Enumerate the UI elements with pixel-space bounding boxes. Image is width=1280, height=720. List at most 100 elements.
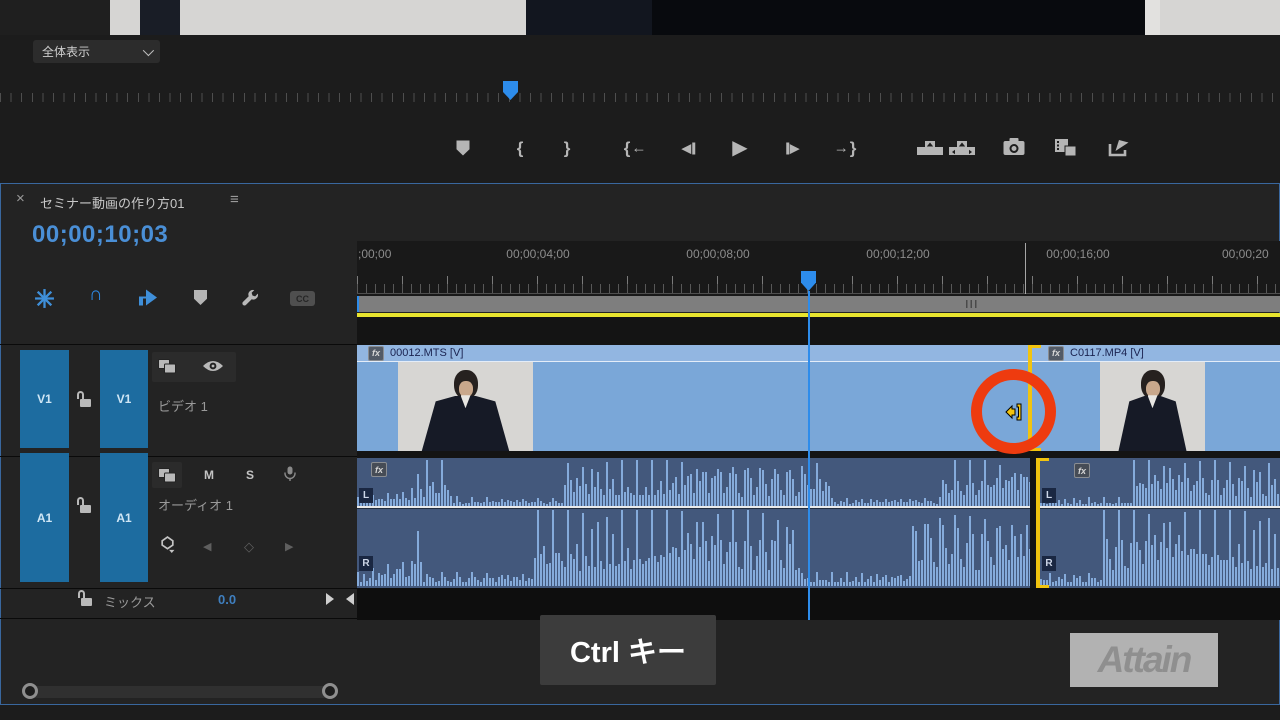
- go-to-in-button[interactable]: {←: [624, 140, 647, 157]
- add-marker-timeline-button[interactable]: [194, 290, 207, 305]
- step-back-button[interactable]: ◀: [681, 142, 695, 155]
- master-meter-button[interactable]: [326, 593, 354, 605]
- voiceover-record-button[interactable]: [283, 466, 297, 482]
- work-area-grip[interactable]: [966, 300, 977, 308]
- marker-icon: [457, 141, 470, 156]
- track-output-toggle[interactable]: [202, 359, 224, 373]
- audio-clip-2[interactable]: fx L R: [1040, 458, 1280, 588]
- sync-lock-toggle[interactable]: [158, 468, 176, 483]
- fx-badge: fx: [1048, 346, 1064, 361]
- go-to-out-button[interactable]: →}: [834, 140, 857, 157]
- attain-watermark: Attain: [1070, 633, 1218, 687]
- playhead-line[interactable]: [808, 291, 810, 620]
- ruler-label: 00;00;12;00: [838, 247, 958, 261]
- audio-clip-1[interactable]: fx L R: [357, 458, 1030, 588]
- clip-label: C0117.MP4 [V]: [1070, 347, 1144, 359]
- video-clip-1[interactable]: fx00012.MTS [V]: [357, 345, 1030, 451]
- fx-badge: fx: [371, 462, 387, 477]
- linked-selection-toggle[interactable]: [138, 288, 158, 307]
- ruler-ticks[interactable]: [357, 271, 1280, 294]
- sequence-tab-title[interactable]: セミナー動画の作り方01: [40, 193, 184, 212]
- video-clip-2[interactable]: fx C0117.MP4 [V]: [1032, 345, 1280, 451]
- channel-label-left: L: [359, 488, 373, 503]
- program-monitor-preview: [0, 0, 1280, 35]
- mute-button[interactable]: M: [204, 468, 214, 482]
- waveform-left: [357, 460, 1030, 506]
- clip-label: 00012.MTS [V]: [390, 347, 463, 359]
- camera-icon: [1004, 141, 1025, 155]
- play-button[interactable]: ▶: [732, 138, 747, 158]
- arrow-left-icon: ←: [631, 141, 646, 156]
- captions-toggle[interactable]: CC: [290, 291, 315, 306]
- extract-button[interactable]: [949, 139, 975, 157]
- export-button[interactable]: [1108, 138, 1131, 158]
- waveform-right: [1040, 510, 1280, 586]
- add-keyframe-button[interactable]: ◇: [244, 539, 254, 555]
- nest-sequence-toggle[interactable]: [34, 288, 55, 309]
- horizontal-scrollbar[interactable]: [24, 686, 338, 698]
- track-lock-icon[interactable]: [76, 497, 92, 513]
- triangle-right-icon: ▶: [790, 142, 800, 155]
- triangle-left-icon: ◀: [681, 142, 691, 155]
- lift-button[interactable]: [917, 139, 943, 157]
- export-frame-button[interactable]: [1004, 141, 1025, 155]
- edit-point-line: [1025, 243, 1026, 294]
- ruler-label: ;00;00: [358, 247, 391, 261]
- zoom-fit-dropdown[interactable]: 全体表示: [33, 40, 160, 63]
- scrollbar-zoom-handle-right[interactable]: [322, 683, 338, 699]
- track-lock-icon[interactable]: [77, 590, 93, 606]
- film-overlap-icon: [1054, 138, 1078, 158]
- premiere-window: 全体表示 { } {← ◀ ▶ ▶ →} × セミナー動画の作り方01 ≡ 00…: [0, 0, 1280, 720]
- audio-track-name[interactable]: オーディオ 1: [158, 495, 233, 514]
- snap-toggle[interactable]: ∩: [89, 284, 103, 306]
- trim-in-handle[interactable]: [1036, 458, 1040, 588]
- solo-button[interactable]: S: [246, 468, 254, 482]
- master-level-value[interactable]: 0.0: [218, 592, 236, 607]
- source-patch-v1[interactable]: V1: [20, 350, 69, 448]
- step-forward-button[interactable]: ▶: [786, 142, 800, 155]
- timeline-settings-button[interactable]: [240, 288, 260, 308]
- chevron-down-icon: [143, 44, 154, 55]
- sync-lock-icon: [158, 468, 176, 483]
- monitor-seek-ruler[interactable]: [0, 80, 1280, 102]
- track-target-a1[interactable]: A1: [100, 453, 148, 582]
- work-area-bar[interactable]: [357, 296, 1280, 312]
- clip-thumbnail: [1100, 362, 1205, 451]
- eye-icon: [202, 359, 224, 373]
- transport-bar: { } {← ◀ ▶ ▶ →}: [0, 125, 1280, 171]
- track-target-v1[interactable]: V1: [100, 350, 148, 448]
- track-lock-icon[interactable]: [76, 391, 92, 407]
- ripple-trim-cursor-icon: [1003, 401, 1025, 423]
- timeline-panel: × セミナー動画の作り方01 ≡ 00;00;10;03 ∩ CC ;00;00…: [0, 183, 1280, 705]
- ruler-label: 00;00;08;00: [658, 247, 778, 261]
- playhead-timecode[interactable]: 00;00;10;03: [32, 221, 168, 249]
- source-patch-a1[interactable]: A1: [20, 453, 69, 582]
- nested-sequence-icon: [34, 288, 55, 309]
- keyframe-pen-icon: [160, 536, 175, 553]
- compare-frames-button[interactable]: [1054, 138, 1078, 158]
- zoom-fit-label: 全体表示: [42, 43, 90, 60]
- marker-icon: [194, 290, 207, 305]
- channel-label-right: R: [1042, 556, 1056, 571]
- next-keyframe-button[interactable]: ▶: [285, 540, 293, 553]
- mark-in-button[interactable]: {: [517, 140, 524, 157]
- ruler-label: 00;00;04;00: [478, 247, 598, 261]
- panel-menu-icon[interactable]: ≡: [230, 191, 239, 208]
- annotation-circle: [971, 369, 1056, 454]
- close-tab-icon[interactable]: ×: [16, 190, 25, 207]
- keyframe-mode-button[interactable]: [160, 536, 175, 553]
- prev-keyframe-button[interactable]: ◀: [203, 540, 211, 553]
- extract-icon: [949, 139, 975, 157]
- ruler-label: 00;00;20: [1222, 247, 1280, 261]
- channel-label-right: R: [359, 556, 373, 571]
- bowtie-icon: [326, 593, 340, 605]
- sync-lock-toggle[interactable]: [158, 359, 176, 374]
- scrollbar-zoom-handle-left[interactable]: [22, 683, 38, 699]
- microphone-icon: [283, 466, 297, 482]
- mark-out-button[interactable]: }: [564, 140, 571, 157]
- add-marker-button[interactable]: [457, 141, 470, 156]
- brace-open-icon: {: [517, 140, 524, 157]
- sync-lock-icon: [158, 359, 176, 374]
- video-track-name[interactable]: ビデオ 1: [158, 396, 208, 415]
- lift-icon: [917, 139, 943, 157]
